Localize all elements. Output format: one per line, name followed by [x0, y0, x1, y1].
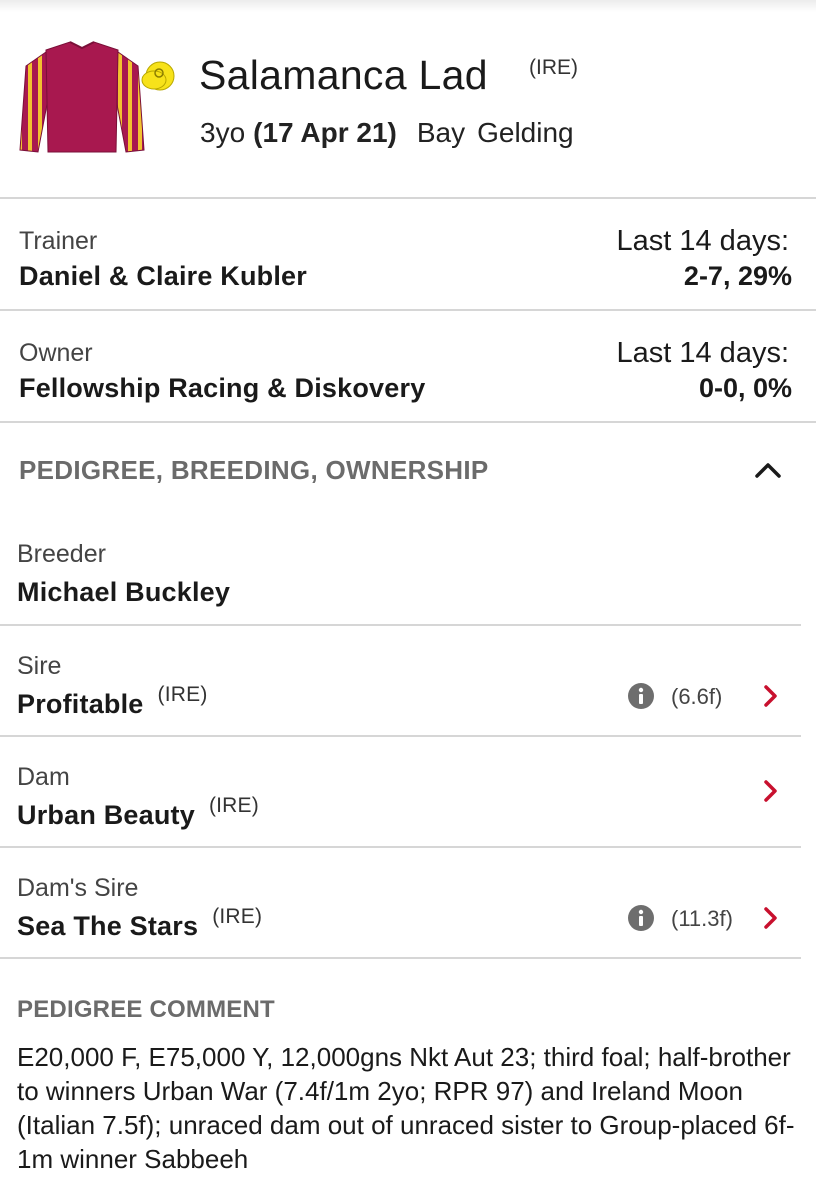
horse-age: 3yo	[200, 117, 246, 148]
jockey-silks-icon	[19, 41, 175, 153]
breeder-label: Breeder	[17, 540, 106, 568]
chevron-right-icon[interactable]	[760, 680, 782, 712]
chevron-up-icon[interactable]	[748, 452, 788, 488]
trainer-label: Trainer	[19, 227, 98, 255]
pedigree-section-header[interactable]: PEDIGREE, BREEDING, OWNERSHIP	[0, 424, 816, 514]
sire-distance: (6.6f)	[671, 684, 723, 709]
dam-label: Dam	[17, 763, 70, 791]
owner-row[interactable]: Owner Fellowship Racing & Diskovery Last…	[0, 311, 816, 421]
info-icon[interactable]	[627, 904, 655, 932]
dam-name-text: Urban Beauty	[17, 800, 195, 830]
dams-sire-name-text: Sea The Stars	[17, 911, 199, 941]
dams-sire-row[interactable]: Dam's Sire Sea The Stars (IRE) (11.3f)	[0, 848, 816, 959]
horse-header: Salamanca Lad (IRE) 3yo (17 Apr 21) Bay Gel…	[0, 0, 816, 197]
pedigree-comment-text: E20,000 F, E75,000 Y, 12,000gns Nkt Aut …	[17, 1042, 795, 1174]
dam-row[interactable]: Dam Urban Beauty (IRE)	[0, 737, 816, 848]
trainer-stat-value: 2-7, 29%	[683, 261, 792, 291]
horse-colour: Bay	[416, 117, 466, 148]
divider	[0, 957, 801, 959]
divider	[0, 421, 816, 423]
horse-sex: Gelding	[477, 117, 574, 148]
breeder-row: Breeder Michael Buckley	[0, 514, 816, 625]
dam-origin: (IRE)	[208, 794, 259, 817]
sire-row[interactable]: Sire Profitable (IRE) (6.6f)	[0, 626, 816, 737]
owner-name[interactable]: Fellowship Racing & Diskovery	[19, 373, 425, 404]
owner-stat-value: 0-0, 0%	[698, 373, 792, 403]
horse-origin: (IRE)	[529, 56, 578, 79]
section-title: PEDIGREE, BREEDING, OWNERSHIP	[19, 455, 489, 485]
dams-sire-distance: (11.3f)	[671, 906, 733, 931]
horse-dob: (17 Apr 21)	[253, 117, 397, 148]
pedigree-comment-title: PEDIGREE COMMENT	[17, 996, 275, 1023]
trainer-row[interactable]: Trainer Daniel & Claire Kubler Last 14 d…	[0, 199, 816, 309]
trainer-stat-label: Last 14 days:	[616, 225, 790, 257]
sire-label: Sire	[17, 652, 62, 680]
horse-name: Salamanca Lad	[199, 52, 488, 98]
dams-sire-origin: (IRE)	[212, 905, 263, 928]
dams-sire-label: Dam's Sire	[17, 874, 139, 902]
chevron-right-icon[interactable]	[760, 902, 782, 934]
dam-name: Urban Beauty (IRE)	[17, 794, 259, 831]
sire-name-text: Profitable	[17, 689, 144, 719]
info-icon[interactable]	[627, 682, 655, 710]
sire-name: Profitable (IRE)	[17, 683, 208, 720]
owner-label: Owner	[19, 339, 93, 367]
trainer-name[interactable]: Daniel & Claire Kubler	[19, 261, 307, 292]
sire-origin: (IRE)	[157, 683, 208, 706]
chevron-right-icon[interactable]	[760, 775, 782, 807]
owner-stat-label: Last 14 days:	[616, 337, 790, 369]
dams-sire-name: Sea The Stars (IRE)	[17, 905, 262, 942]
breeder-name: Michael Buckley	[17, 577, 231, 607]
horse-meta: 3yo (17 Apr 21) Bay Gelding	[200, 117, 574, 149]
